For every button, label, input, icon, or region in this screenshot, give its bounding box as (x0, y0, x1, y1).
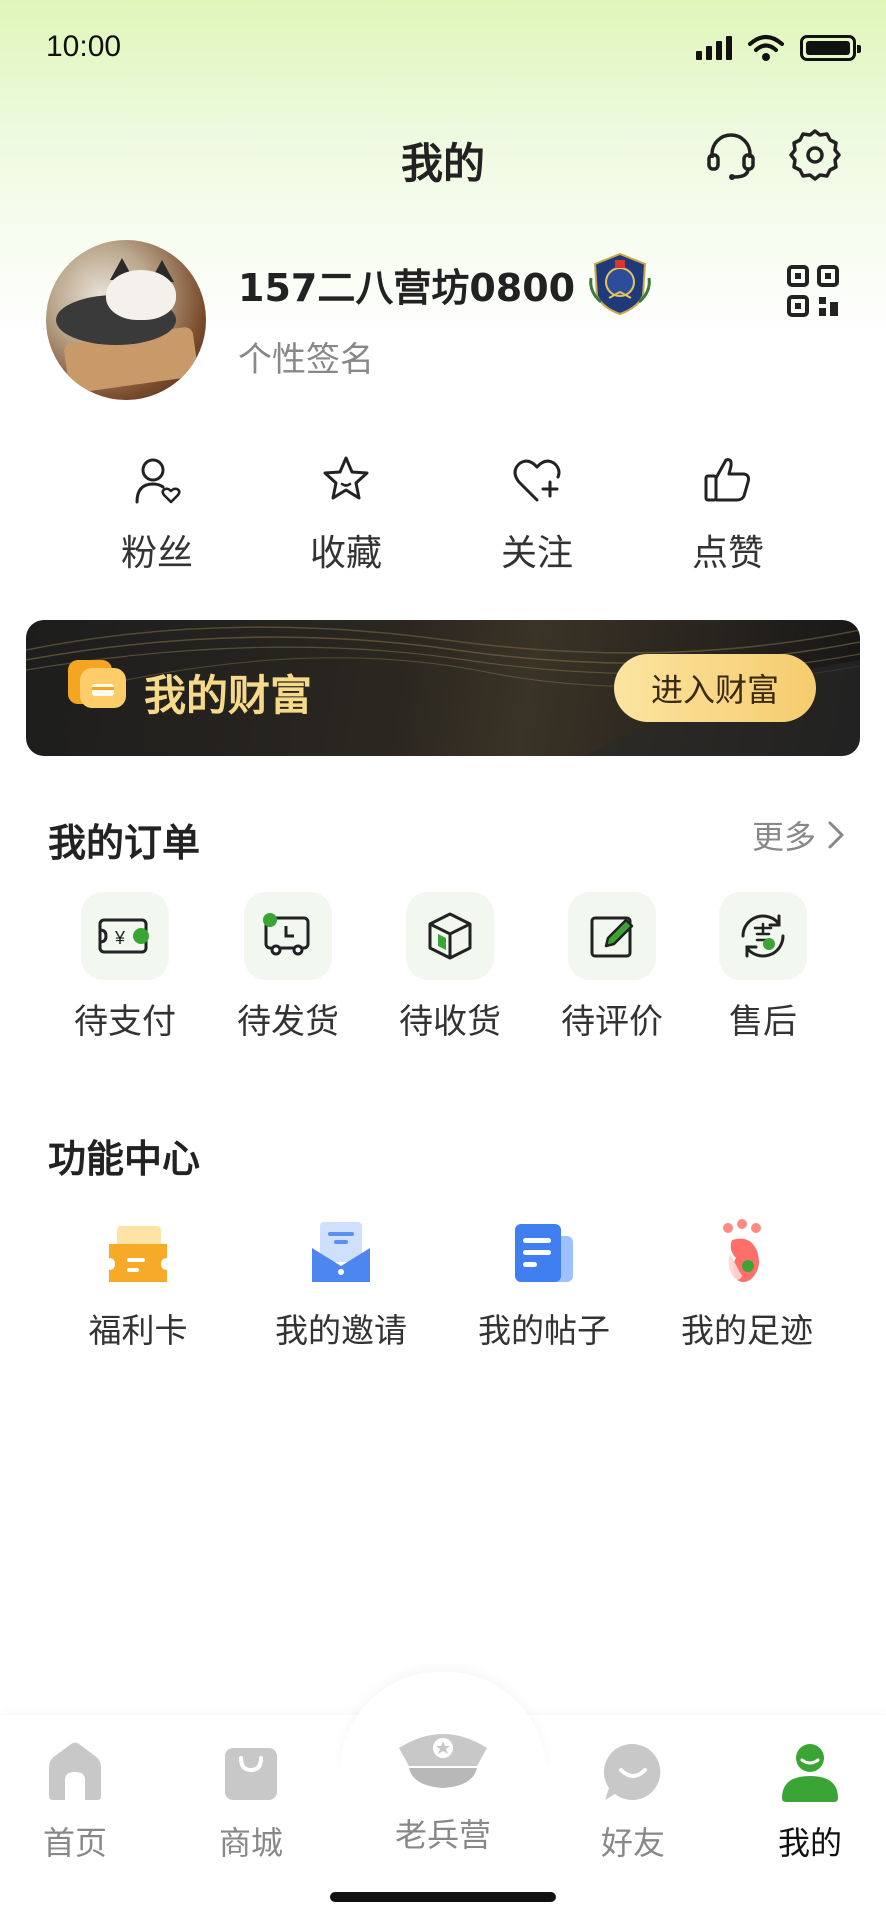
profile-section: 157二八营坊0800 个性签名 (0, 240, 886, 400)
function-grid: 福利卡 我的邀请 我的帖子 我的足迹 (0, 1218, 886, 1368)
quick-fans[interactable]: 粉丝 (77, 450, 237, 576)
quick-favorites[interactable]: 收藏 (266, 450, 426, 576)
battery-icon (800, 35, 861, 61)
invite-icon (312, 1222, 370, 1282)
wifi-icon (748, 35, 784, 61)
user-icon (782, 1744, 838, 1802)
order-pending-review[interactable]: 待评价 (542, 892, 682, 1043)
footprint-icon (723, 1219, 761, 1282)
function-invite-label: 我的邀请 (275, 1311, 407, 1350)
quick-following[interactable]: 关注 (457, 450, 617, 576)
wealth-banner[interactable]: 我的财富 进入财富 (26, 620, 860, 756)
police-cap-icon (399, 1734, 487, 1788)
function-footprint-label: 我的足迹 (681, 1311, 813, 1350)
order-after-sale[interactable]: 售后 (693, 892, 833, 1043)
status-bar: 10:00 (0, 0, 886, 100)
tab-home-label: 首页 (42, 1824, 107, 1862)
order-pending-payment-label: 待支付 (74, 1002, 176, 1042)
order-pending-shipment-label: 待发货 (237, 1002, 339, 1042)
home-indicator (330, 1892, 556, 1902)
package-icon (428, 912, 472, 960)
tab-friends-label: 好友 (600, 1824, 665, 1862)
svg-text:¥: ¥ (114, 928, 126, 948)
function-invite[interactable]: 我的邀请 (251, 1218, 431, 1352)
status-icons (696, 34, 861, 62)
posts-icon (515, 1224, 573, 1282)
thumbs-up-icon (704, 458, 750, 502)
order-pending-shipment[interactable]: 待发货 (218, 892, 358, 1043)
shop-bag-icon (225, 1748, 277, 1800)
quick-actions: 粉丝 收藏 关注 点赞 (0, 450, 886, 590)
tab-mine-label: 我的 (777, 1824, 842, 1862)
heart-plus-icon (513, 459, 561, 502)
payment-icon: ¥ (98, 918, 149, 954)
order-pending-receipt-label: 待收货 (399, 1002, 501, 1042)
welfare-card-icon (109, 1226, 167, 1282)
username-row: 157二八营坊0800 (238, 252, 653, 316)
function-welfare-card[interactable]: 福利卡 (48, 1218, 228, 1352)
order-pending-review-label: 待评价 (561, 1002, 663, 1042)
enter-wealth-button[interactable]: 进入财富 (614, 654, 816, 722)
username: 157二八营坊0800 (238, 265, 576, 310)
order-pending-payment[interactable]: ¥ 待支付 (55, 892, 195, 1043)
tab-veterans-label: 老兵营 (394, 1816, 491, 1854)
truck-icon (263, 913, 310, 956)
order-status-row: ¥ 待支付 待发货 待收货 待评价 售后 (0, 892, 886, 1042)
orders-more-link[interactable]: 更多 (752, 812, 846, 858)
customer-service-icon[interactable] (702, 126, 760, 184)
home-icon (49, 1742, 101, 1800)
header: 我的 (0, 120, 886, 190)
after-sale-icon (741, 914, 785, 958)
tab-shop-label: 商城 (218, 1824, 283, 1862)
qr-code-icon[interactable] (786, 264, 840, 318)
quick-likes-label: 点赞 (691, 533, 764, 574)
quick-following-label: 关注 (500, 533, 573, 574)
chevron-right-icon (828, 821, 844, 849)
signature[interactable]: 个性签名 (238, 332, 374, 381)
functions-title: 功能中心 (48, 1137, 201, 1181)
wallet-icon (68, 660, 126, 708)
status-time: 10:00 (46, 30, 122, 63)
fans-icon (135, 458, 181, 504)
star-icon (323, 456, 369, 500)
orders-more-label: 更多 (751, 818, 816, 856)
avatar[interactable] (46, 240, 206, 400)
police-badge-icon (589, 252, 651, 316)
orders-title: 我的订单 (48, 821, 201, 865)
order-pending-receipt[interactable]: 待收货 (380, 892, 520, 1043)
quick-favorites-label: 收藏 (309, 533, 382, 574)
quick-fans-label: 粉丝 (120, 533, 193, 574)
tab-shop[interactable]: 商城 (186, 1740, 316, 1864)
wealth-title: 我的财富 (144, 671, 313, 720)
chat-bubble-icon (603, 1743, 661, 1800)
quick-likes[interactable]: 点赞 (648, 450, 808, 576)
tab-veterans[interactable]: 老兵营 (378, 1734, 508, 1856)
function-posts[interactable]: 我的帖子 (454, 1218, 634, 1352)
signal-icon (696, 36, 732, 60)
settings-icon[interactable] (786, 126, 844, 184)
tab-friends[interactable]: 好友 (568, 1740, 698, 1864)
edit-icon (590, 916, 634, 958)
tab-mine[interactable]: 我的 (745, 1740, 875, 1864)
function-posts-label: 我的帖子 (478, 1311, 610, 1350)
order-after-sale-label: 售后 (729, 1002, 797, 1042)
function-footprint[interactable]: 我的足迹 (657, 1218, 837, 1352)
tab-home[interactable]: 首页 (10, 1740, 140, 1864)
function-welfare-card-label: 福利卡 (88, 1311, 188, 1350)
